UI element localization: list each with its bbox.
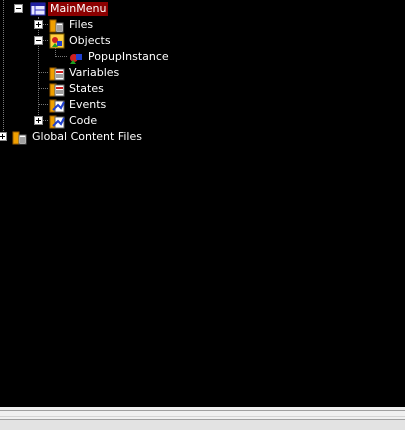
tree-node-label[interactable]: Files	[69, 17, 93, 33]
tree-view[interactable]: MainMenu Files Objects PopupInstance Var…	[0, 0, 405, 407]
screen-icon	[30, 2, 46, 16]
objects-icon	[49, 33, 65, 49]
states-icon	[49, 83, 65, 97]
file-folder-icon	[49, 19, 64, 33]
tree-node-variables[interactable]: Variables	[0, 65, 120, 81]
tree-node-states[interactable]: States	[0, 81, 120, 97]
tree-node-label[interactable]: MainMenu	[48, 2, 109, 16]
collapse-toggle[interactable]	[34, 36, 43, 45]
tree-node-events[interactable]: Events	[0, 97, 120, 113]
file-folder-icon	[12, 131, 27, 145]
expand-toggle[interactable]	[0, 132, 7, 141]
instance-icon	[70, 54, 82, 64]
tree-node-label[interactable]: Code	[69, 113, 97, 129]
tree-node-label[interactable]: Events	[69, 97, 106, 113]
tree-node-code[interactable]: Code	[0, 113, 120, 129]
tree-node-label[interactable]: Variables	[69, 65, 119, 81]
tree-node-objects[interactable]: Objects	[0, 33, 120, 49]
events-icon	[49, 99, 65, 113]
tree-node-files[interactable]: Files	[0, 17, 120, 33]
tree-node-label[interactable]: Objects	[69, 33, 111, 49]
lower-panel-edge	[0, 420, 405, 430]
tree-node-mainmenu[interactable]: MainMenu	[0, 1, 120, 17]
tree-node-label[interactable]: Global Content Files	[32, 129, 142, 145]
variables-icon	[49, 67, 65, 81]
tree-node-popupinstance[interactable]: PopupInstance	[0, 49, 170, 65]
tree-node-label[interactable]: States	[69, 81, 104, 97]
tree-node-global-content-files[interactable]: Global Content Files	[0, 129, 160, 145]
expand-toggle[interactable]	[34, 116, 43, 125]
horizontal-splitter[interactable]	[0, 407, 405, 430]
code-icon	[49, 115, 65, 129]
expand-toggle[interactable]	[34, 20, 43, 29]
collapse-toggle[interactable]	[14, 4, 23, 13]
tree-node-label[interactable]: PopupInstance	[88, 49, 169, 65]
splitter-edge	[0, 410, 405, 411]
splitter-edge	[0, 416, 405, 417]
